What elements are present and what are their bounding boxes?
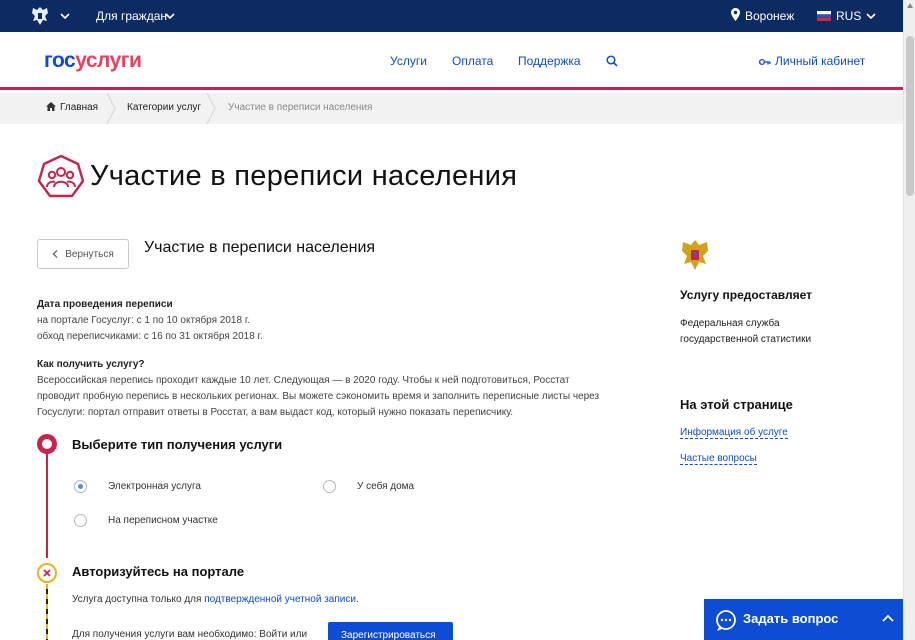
step-connector (46, 584, 48, 640)
close-icon (43, 569, 51, 577)
coat-of-arms-icon[interactable] (28, 4, 52, 28)
ask-question-widget[interactable]: Задать вопрос (704, 599, 903, 640)
breadcrumb-home[interactable]: Главная (46, 102, 98, 113)
breadcrumb-categories[interactable]: Категории услуг (127, 102, 201, 113)
option-at-home[interactable]: У себя дома (323, 480, 414, 493)
russia-flag-icon (817, 11, 831, 21)
page-title: Участие в переписи населения (90, 160, 518, 192)
register-button[interactable]: Зарегистрироваться (328, 622, 453, 640)
top-bar: Для граждан Воронеж RUS (0, 0, 903, 32)
step-connector (46, 452, 48, 558)
breadcrumb-separator (206, 93, 216, 124)
chevron-down-icon[interactable] (866, 11, 876, 21)
service-info-link[interactable]: Информация об услуге (680, 427, 788, 439)
step-1-marker (37, 434, 57, 454)
key-icon (759, 58, 771, 65)
chat-bubble-icon (716, 610, 736, 631)
search-icon[interactable] (606, 55, 618, 67)
verified-account-link[interactable]: подтвержденной учетной записи (204, 594, 356, 605)
citizens-menu[interactable]: Для граждан (96, 9, 167, 23)
gosuslugi-logo[interactable]: госуслуги (44, 49, 142, 73)
breadcrumb: Главная Категории услуг Участие в перепи… (0, 93, 903, 124)
chevron-down-icon[interactable] (165, 11, 175, 21)
provider-name: Федеральная служба государственной стати… (680, 318, 812, 345)
step-1-title: Выберите тип получения услуги (72, 437, 283, 452)
scroll-up-icon[interactable] (907, 3, 913, 8)
step-2-marker (37, 563, 57, 583)
personal-cabinet-link[interactable]: Личный кабинет (759, 54, 865, 68)
chevron-left-icon (52, 250, 58, 258)
how-to-get-service: Как получить услугу? Всероссийская переп… (37, 359, 600, 418)
nav-payment[interactable]: Оплата (452, 54, 493, 68)
back-button[interactable]: Вернуться (37, 239, 129, 269)
service-subtitle: Участие в переписи населения (144, 239, 376, 256)
rosstat-emblem-icon (682, 240, 708, 270)
radio-button[interactable] (74, 480, 87, 493)
nav-support[interactable]: Поддержка (518, 54, 581, 68)
scrollbar-thumb[interactable] (906, 36, 914, 196)
radio-button[interactable] (74, 514, 87, 527)
chevron-up-icon[interactable] (882, 614, 894, 622)
census-dates: Дата проведения переписи на портале Госу… (37, 299, 263, 342)
language-selector[interactable]: RUS (836, 9, 861, 23)
breadcrumb-separator (106, 93, 116, 124)
home-icon (46, 102, 56, 111)
chevron-down-icon[interactable] (60, 11, 70, 21)
scrollbar[interactable] (903, 0, 915, 640)
auth-requirement-text: Услуга доступна только для подтвержденно… (72, 594, 359, 605)
provider-heading: Услугу предоставляет (680, 288, 813, 302)
city-selector[interactable]: Воронеж (745, 9, 794, 23)
nav-services[interactable]: Услуги (390, 54, 427, 68)
step-2-title: Авторизуйтесь на портале (72, 564, 245, 579)
faq-link[interactable]: Частые вопросы (680, 453, 757, 465)
radio-button[interactable] (323, 480, 336, 493)
auth-login-text: Для получения услуги вам необходимо: Вой… (72, 629, 308, 640)
option-census-station[interactable]: На переписном участке (74, 514, 218, 527)
on-page-heading: На этой странице (680, 397, 793, 412)
people-group-icon (37, 154, 85, 198)
breadcrumb-current: Участие в переписи населения (228, 102, 373, 113)
location-pin-icon (731, 8, 740, 21)
site-header: госуслуги Услуги Оплата Поддержка Личный… (0, 32, 903, 90)
option-electronic[interactable]: Электронная услуга (74, 480, 201, 493)
